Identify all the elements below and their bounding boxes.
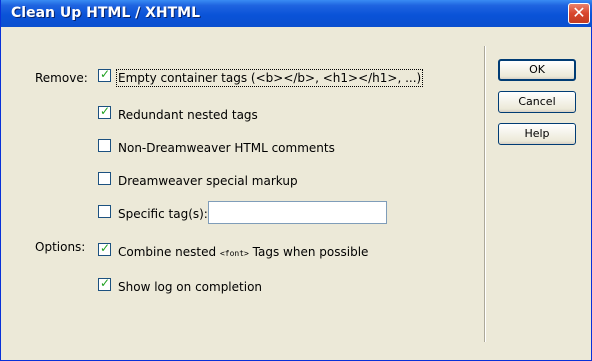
dialog-window: Clean Up HTML / XHTML ✕ Remove: ✓ Empty … (0, 0, 592, 361)
checkbox-dw-special-markup[interactable] (98, 172, 111, 185)
empty-container-label: Empty container tags (<b></b>, <h1></h1>… (115, 69, 424, 87)
checkbox-empty-container[interactable]: ✓ (98, 67, 111, 82)
checkbox-non-dw-comments[interactable] (98, 139, 111, 152)
divider (484, 46, 486, 342)
checkmark-icon: ✓ (100, 276, 111, 290)
redundant-nested-label: Redundant nested tags (118, 108, 258, 122)
dw-special-markup-label: Dreamweaver special markup (118, 174, 298, 188)
checkbox-specific-tags[interactable] (98, 205, 111, 218)
combine-font-suffix: Tags when possible (252, 245, 369, 259)
combine-font-prefix: Combine nested (118, 245, 217, 259)
checkbox-show-log[interactable]: ✓ (98, 276, 111, 291)
ok-button[interactable]: OK (498, 59, 576, 81)
options-label: Options: (35, 240, 86, 254)
combine-font-label: Combine nested <font> Tags when possible (118, 245, 368, 259)
specific-tags-label: Specific tag(s): (118, 207, 208, 221)
specific-tags-input[interactable] (208, 201, 387, 224)
close-button[interactable]: ✕ (568, 3, 590, 24)
checkbox-redundant-nested[interactable]: ✓ (98, 104, 111, 119)
title-bar[interactable]: Clean Up HTML / XHTML ✕ (1, 0, 592, 27)
show-log-label: Show log on completion (118, 280, 263, 294)
checkbox-combine-font[interactable]: ✓ (98, 241, 111, 256)
checkmark-icon: ✓ (100, 241, 111, 255)
close-icon: ✕ (572, 3, 586, 22)
checkmark-icon: ✓ (100, 104, 111, 118)
dialog-title: Clean Up HTML / XHTML (11, 5, 201, 21)
non-dw-comments-label: Non-Dreamweaver HTML comments (118, 141, 335, 155)
help-button[interactable]: Help (498, 123, 576, 145)
cancel-button[interactable]: Cancel (498, 91, 576, 113)
remove-label: Remove: (35, 71, 88, 85)
checkmark-icon: ✓ (100, 67, 111, 81)
font-tag-text: <font> (219, 249, 249, 258)
